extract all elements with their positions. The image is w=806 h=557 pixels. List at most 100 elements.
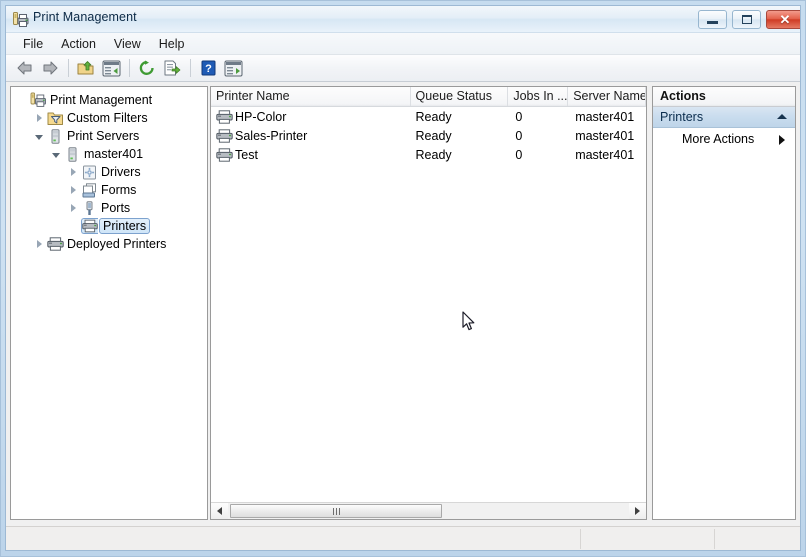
- tree-node-drivers[interactable]: Drivers: [11, 163, 207, 181]
- menu-view[interactable]: View: [105, 35, 150, 53]
- actions-item-list: More Actions: [653, 128, 795, 150]
- cell-printer-name: Sales-Printer: [211, 129, 411, 143]
- menu-bar: File Action View Help: [6, 33, 800, 55]
- cell-jobs-in-queue: 0: [515, 147, 523, 162]
- printer-name-text: HP-Color: [235, 109, 287, 124]
- menu-action[interactable]: Action: [52, 35, 105, 53]
- drivers-icon: [81, 164, 98, 180]
- console-tree-pane[interactable]: Print Management Custom Filters Print Se…: [10, 86, 208, 520]
- expander-open-icon[interactable]: [48, 145, 64, 163]
- tree-node-label: Print Management: [50, 93, 153, 107]
- title-bar[interactable]: Print Management ✕: [6, 6, 800, 33]
- column-queue-status[interactable]: Queue Status: [411, 87, 509, 106]
- filter-folder-icon: [47, 110, 64, 126]
- cell-server-name: master401: [575, 147, 635, 162]
- scroll-left-icon[interactable]: [211, 503, 228, 519]
- tree-node-master401[interactable]: master401: [11, 145, 207, 163]
- tree-node-print-management[interactable]: Print Management: [11, 91, 207, 109]
- menu-file[interactable]: File: [14, 35, 52, 53]
- forward-button[interactable]: [38, 57, 62, 80]
- action-more-actions[interactable]: More Actions: [653, 128, 795, 150]
- tree-node-deployed-printers[interactable]: Deployed Printers: [11, 235, 207, 253]
- tree-node-label: Ports: [101, 201, 131, 215]
- back-arrow-icon: [17, 61, 32, 75]
- chevron-icon: [70, 204, 76, 212]
- cell-jobs-in-queue: 0: [515, 109, 523, 124]
- up-one-level-button[interactable]: [74, 57, 98, 80]
- expander-placeholder: [65, 217, 81, 235]
- tree-node-label: master401: [84, 147, 144, 161]
- table-row[interactable]: Sales-Printer Ready 0 master401: [211, 126, 646, 145]
- printers-list-body[interactable]: HP-Color Ready 0 master401 Sales-Printer Rea…: [211, 107, 646, 519]
- chevron-icon: [35, 134, 43, 140]
- refresh-button[interactable]: [135, 57, 159, 80]
- print-management-icon: [12, 11, 29, 28]
- expander-open-icon[interactable]: [31, 127, 47, 145]
- table-row[interactable]: Test Ready 0 master401: [211, 145, 646, 164]
- back-button[interactable]: [13, 57, 37, 80]
- status-divider-2: [714, 529, 715, 549]
- svg-text:?: ?: [205, 63, 212, 75]
- tree-node-ports[interactable]: Ports: [11, 199, 207, 217]
- status-bar: [6, 526, 800, 550]
- tree-node-label: Forms: [101, 183, 137, 197]
- scrollbar-thumb[interactable]: [230, 504, 442, 518]
- column-jobs-in-queue[interactable]: Jobs In ...: [508, 87, 569, 106]
- actions-pane: Actions Printers More Actions: [652, 86, 796, 520]
- chevron-icon: [70, 186, 76, 194]
- expander-closed-icon[interactable]: [65, 199, 81, 217]
- cell-queue-status: Ready: [415, 128, 452, 143]
- expander-closed-icon[interactable]: [31, 235, 47, 253]
- list-column-header[interactable]: Printer Name Queue Status Jobs In ... Serve…: [211, 87, 646, 107]
- toolbar-separator: [190, 59, 191, 77]
- printer-name-text: Sales-Printer: [235, 128, 308, 143]
- cell-server-name: master401: [575, 109, 635, 124]
- maximize-button[interactable]: [732, 10, 761, 29]
- close-button[interactable]: ✕: [766, 10, 800, 29]
- tree-node-label: Custom Filters: [67, 111, 148, 125]
- console-tree-icon: [102, 60, 120, 76]
- column-server-name[interactable]: Server Name: [568, 87, 646, 106]
- minimize-button[interactable]: [698, 10, 727, 29]
- tree-node-label: Deployed Printers: [67, 237, 167, 251]
- tree-node-printers[interactable]: Printers: [11, 217, 207, 235]
- expander-closed-icon[interactable]: [31, 109, 47, 127]
- status-divider-1: [580, 529, 581, 549]
- show-hide-action-pane-button[interactable]: [221, 57, 245, 80]
- toolbar: ?: [6, 55, 800, 82]
- scroll-thumb-grip: [332, 507, 340, 515]
- cell-printer-name: Test: [211, 148, 411, 162]
- chevron-up-icon[interactable]: [777, 114, 787, 119]
- column-printer-name[interactable]: Printer Name: [211, 87, 411, 106]
- minimize-icon: [699, 11, 726, 28]
- tree-node-print-servers[interactable]: Print Servers: [11, 127, 207, 145]
- chevron-icon: [36, 240, 42, 248]
- server-icon: [64, 146, 81, 162]
- cell-queue-status: Ready: [415, 147, 452, 162]
- forms-icon: [81, 182, 98, 198]
- show-hide-console-tree-button[interactable]: [99, 57, 123, 80]
- chevron-icon: [52, 152, 60, 158]
- expander-closed-icon[interactable]: [65, 163, 81, 181]
- help-button[interactable]: ?: [196, 57, 220, 80]
- menu-help[interactable]: Help: [150, 35, 194, 53]
- expander-closed-icon[interactable]: [65, 181, 81, 199]
- cell-jobs-in-queue: 0: [515, 128, 523, 143]
- application-window: Print Management ✕ FileActionViewHelp: [0, 0, 806, 557]
- chevron-icon: [70, 168, 76, 176]
- printers-list-pane[interactable]: Printer Name Queue Status Jobs In ... Serve…: [210, 86, 647, 520]
- window-title: Print Management: [33, 10, 137, 24]
- tree-node-custom-filters[interactable]: Custom Filters: [11, 109, 207, 127]
- table-row[interactable]: HP-Color Ready 0 master401: [211, 107, 646, 126]
- tree-node-forms[interactable]: Forms: [11, 181, 207, 199]
- toolbar-separator: [129, 59, 130, 77]
- cell-server-name: master401: [575, 128, 635, 143]
- scroll-right-icon[interactable]: [629, 503, 646, 519]
- print-management-icon: [30, 92, 47, 108]
- horizontal-scrollbar[interactable]: [211, 502, 646, 519]
- export-list-button[interactable]: [160, 57, 184, 80]
- printer-icon: [216, 147, 233, 162]
- actions-group-printers[interactable]: Printers: [653, 107, 795, 128]
- folder-up-icon: [77, 61, 94, 75]
- maximize-icon: [733, 11, 760, 28]
